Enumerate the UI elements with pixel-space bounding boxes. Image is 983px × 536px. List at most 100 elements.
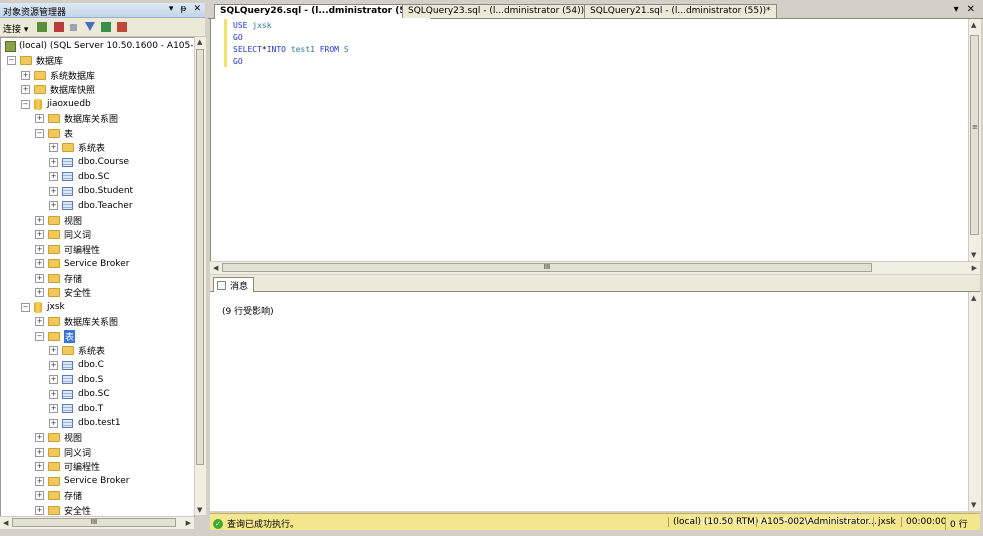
tree-node[interactable]: + 安全性 [35,286,91,300]
tree-node[interactable]: + 同义词 [35,445,91,459]
object-explorer-tree[interactable]: (local) (SQL Server 10.50.1600 - A105-00… [0,37,195,517]
tree-node-label[interactable]: 存储 [64,489,82,502]
tree-node[interactable]: + dbo.SC [49,170,110,184]
tree-node[interactable]: + 系统表 [49,344,105,358]
collapse-icon[interactable]: − [35,128,44,138]
expand-icon[interactable]: + [35,259,44,268]
tab-sqlquery26[interactable]: SQLQuery26.sql - (l...dministrator (57))… [214,4,431,19]
tree-node-label[interactable]: dbo.T [78,404,103,414]
expand-icon[interactable]: + [35,230,44,239]
tree-node-label[interactable]: dbo.C [78,360,104,370]
expand-icon[interactable]: + [35,244,44,254]
code-line[interactable]: GO [233,32,349,44]
messages-pane[interactable]: (9 行受影响) [210,292,968,511]
scroll-left-arrow-icon[interactable]: ◀ [3,519,8,527]
tree-node[interactable]: + dbo.Student [49,184,133,198]
tab-sqlquery21[interactable]: SQLQuery21.sql - (l...dministrator (55))… [584,4,777,18]
scroll-thumb[interactable] [970,35,979,235]
editor-hscrollbar[interactable]: ◀ III ▶ [210,261,980,274]
tree-node-label[interactable]: 可编程性 [64,243,100,256]
tree-node-label[interactable]: 安全性 [64,504,91,517]
expand-icon[interactable]: + [35,317,44,326]
close-icon[interactable]: ✕ [193,4,201,14]
close-document-icon[interactable]: ✕ [967,4,975,15]
expand-icon[interactable]: + [35,462,44,471]
tree-node-label[interactable]: Service Broker [64,259,129,269]
tree-node[interactable]: − 表 [35,329,76,343]
scroll-up-arrow-icon[interactable]: ▲ [971,294,976,302]
tree-node[interactable]: − jxsk [21,300,65,314]
expand-icon[interactable]: + [35,491,44,500]
tree-node-label[interactable]: dbo.S [78,375,103,385]
tree-node-label[interactable]: 可编程性 [64,460,100,473]
scroll-right-arrow-icon[interactable]: ▶ [972,264,977,272]
tree-node[interactable]: + 存储 [35,489,82,503]
tree-node[interactable]: − 数据库 [7,54,63,68]
tree-node-label[interactable]: dbo.Teacher [78,201,133,211]
window-position-icon[interactable]: ▾ [169,4,174,14]
tab-list-dropdown-icon[interactable]: ▾ [954,4,959,15]
messages-vscrollbar[interactable]: ▲ ▼ [968,292,981,511]
tree-node-label[interactable]: 同义词 [64,446,91,459]
tree-node-label[interactable]: dbo.Course [78,157,129,167]
tree-node[interactable]: (local) (SQL Server 10.50.1600 - A105-00… [5,39,194,53]
tree-node-label[interactable]: 数据库快照 [50,83,95,96]
tree-node[interactable]: + Service Broker [35,474,129,488]
expand-icon[interactable]: + [35,215,44,225]
expand-icon[interactable]: + [35,476,44,486]
tree-node[interactable]: + 视图 [35,213,82,227]
tree-node[interactable]: + Service Broker [35,257,129,271]
expand-icon[interactable]: + [49,418,58,428]
expand-icon[interactable]: + [35,505,44,515]
expand-icon[interactable]: + [35,433,44,442]
tree-node[interactable]: + 视图 [35,431,82,445]
tree-node-label[interactable]: 视图 [64,214,82,227]
code-line[interactable]: GO [233,56,349,68]
expand-icon[interactable]: + [49,346,58,355]
expand-icon[interactable]: + [21,85,30,94]
query-editor[interactable]: USE jxsk GO SELECT*INTO test1 FROM S GO [210,19,969,261]
expand-icon[interactable]: + [49,143,58,152]
tree-node[interactable]: + 同义词 [35,228,91,242]
summary-icon[interactable] [117,22,127,32]
scroll-up-arrow-icon[interactable]: ▲ [197,38,202,46]
tree-node[interactable]: + dbo.Teacher [49,199,133,213]
object-explorer-hscrollbar[interactable]: ◀ III ▶ [0,516,194,529]
collapse-icon[interactable]: − [7,56,16,65]
tree-node[interactable]: + dbo.C [49,358,104,372]
sql-code[interactable]: USE jxsk GO SELECT*INTO test1 FROM S GO [233,20,349,68]
expand-icon[interactable]: + [49,172,58,181]
scroll-left-arrow-icon[interactable]: ◀ [213,264,218,272]
tree-node[interactable]: − 表 [35,126,73,140]
tree-node[interactable]: + dbo.S [49,373,103,387]
scroll-down-arrow-icon[interactable]: ▼ [971,251,976,259]
scroll-thumb[interactable] [196,49,204,465]
expand-icon[interactable]: + [35,114,44,123]
tree-node-label[interactable]: dbo.SC [78,172,110,182]
scroll-thumb[interactable]: III [222,263,872,272]
tree-node-label[interactable]: jxsk [47,302,65,312]
expand-icon[interactable]: + [49,360,58,370]
tree-node-label[interactable]: 系统表 [78,344,105,357]
tree-node[interactable]: + 存储 [35,271,82,285]
tree-node-label[interactable]: 同义词 [64,228,91,241]
tree-node[interactable]: + 安全性 [35,503,91,517]
tab-messages[interactable]: 消息 [213,277,255,292]
tree-node-label[interactable]: dbo.Student [78,186,133,196]
collapse-icon[interactable]: − [35,331,44,341]
tree-node-label[interactable]: 存储 [64,272,82,285]
tree-node-label[interactable]: (local) (SQL Server 10.50.1600 - A105-00… [19,41,194,51]
tree-node[interactable]: − jiaoxuedb [21,97,91,111]
tree-node[interactable]: + 数据库关系图 [35,315,118,329]
tree-node-label[interactable]: 系统数据库 [50,69,95,82]
expand-icon[interactable]: + [21,70,30,80]
tree-node-label[interactable]: 表 [64,329,76,343]
tab-sqlquery23[interactable]: SQLQuery23.sql - (l...dministrator (54))… [402,4,595,18]
tree-node[interactable]: + dbo.test1 [49,416,121,430]
tree-node[interactable]: + 数据库关系图 [35,112,118,126]
tree-node[interactable]: + 可编程性 [35,242,100,256]
tree-node-label[interactable]: 表 [64,127,73,140]
disconnect-icon[interactable] [54,22,64,32]
expand-icon[interactable]: + [35,288,44,297]
tree-node[interactable]: + 可编程性 [35,460,100,474]
